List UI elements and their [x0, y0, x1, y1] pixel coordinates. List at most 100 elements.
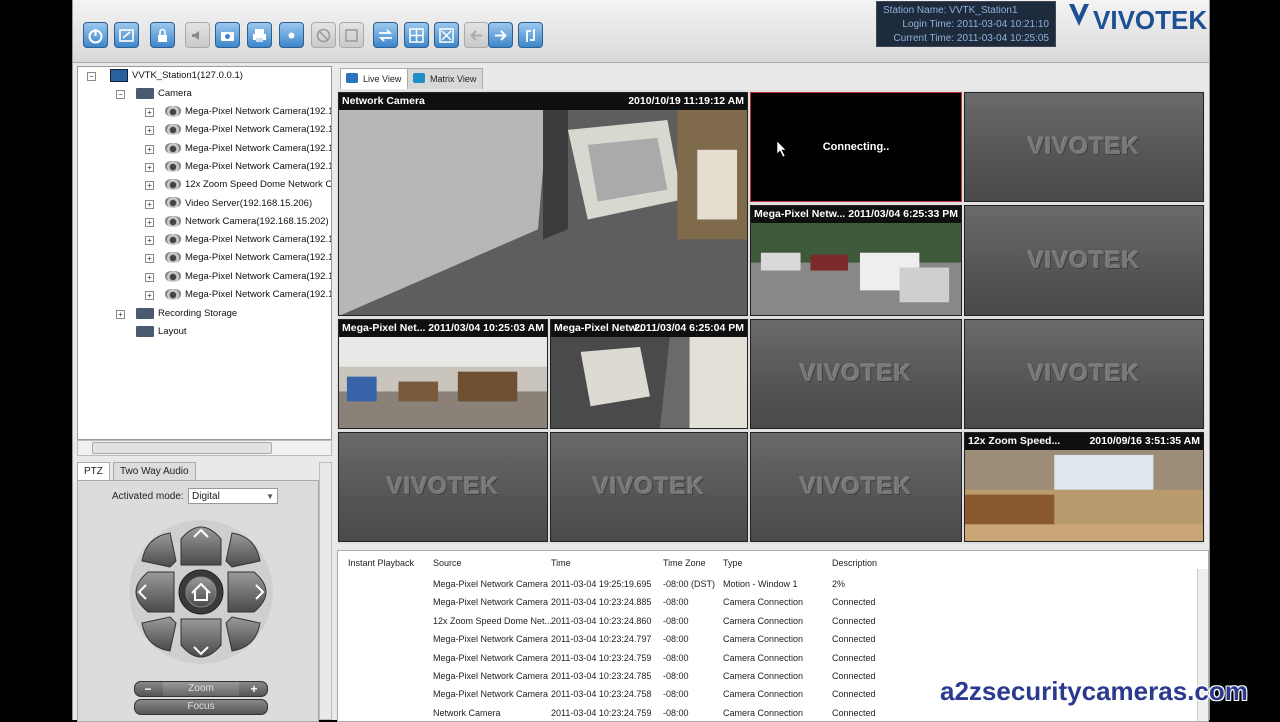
ptz-down-button[interactable]: [180, 618, 222, 658]
video-cell-empty[interactable]: VIVOTEK: [338, 432, 548, 542]
video-cell-empty[interactable]: VIVOTEK: [750, 319, 962, 429]
video-cell-empty[interactable]: VIVOTEK: [550, 432, 748, 542]
col-description[interactable]: Description: [832, 558, 877, 568]
tree-station[interactable]: VVTK_Station1(127.0.0.1): [110, 68, 243, 84]
video-cell-empty[interactable]: VIVOTEK: [964, 205, 1204, 316]
tree-horizontal-scrollbar[interactable]: [77, 440, 332, 456]
tab-live-view-label: Live View: [363, 74, 402, 84]
tree-device-item[interactable]: Mega-Pixel Network Camera(192.1: [165, 250, 331, 266]
ptz-home-button[interactable]: [178, 569, 224, 615]
event-type: Camera Connection: [723, 707, 804, 718]
collapse-icon[interactable]: −: [116, 90, 125, 99]
layout-button[interactable]: [339, 22, 364, 48]
expand-icon[interactable]: +: [145, 126, 154, 136]
snapshot-button[interactable]: [215, 22, 240, 48]
camera-feed-warehouse: [339, 337, 547, 428]
fullscreen-button[interactable]: [434, 22, 459, 48]
tree-device-item[interactable]: Mega-Pixel Network Camera(192.1: [165, 159, 331, 175]
tree-device-item[interactable]: Mega-Pixel Network Camera(192.1: [165, 141, 331, 157]
tree-device-item[interactable]: Network Camera(192.168.15.202): [165, 214, 329, 230]
focus-control[interactable]: Focus: [134, 699, 268, 715]
tree-device-item[interactable]: 12x Zoom Speed Dome Network Ca: [165, 177, 331, 193]
tab-ptz[interactable]: PTZ: [77, 462, 110, 482]
tree-device-item[interactable]: Video Server(192.168.15.206): [165, 196, 312, 212]
tree-device-item[interactable]: Mega-Pixel Network Camera(192.1: [165, 104, 331, 120]
expand-icon[interactable]: +: [116, 310, 125, 319]
tree-device-item[interactable]: Mega-Pixel Network Camera(192.1: [165, 232, 331, 248]
video-cell-warehouse[interactable]: Mega-Pixel Net... 2011/03/04 10:25:03 AM: [338, 319, 548, 429]
video-cell-main[interactable]: Network Camera 2010/10/19 11:19:12 AM: [338, 92, 748, 316]
config-button[interactable]: [114, 22, 139, 48]
ptz-down-left-button[interactable]: [141, 616, 177, 652]
event-row[interactable]: 12x Zoom Speed Dome Net... 2011-03-04 10:…: [338, 612, 1198, 630]
video-cell-printer[interactable]: Mega-Pixel Netw... 2011/03/04 6:25:04 PM: [550, 319, 748, 429]
expand-icon[interactable]: +: [145, 199, 154, 209]
patrol-button[interactable]: [518, 22, 543, 48]
col-type[interactable]: Type: [723, 558, 743, 568]
tree-device-item[interactable]: Mega-Pixel Network Camera(192.1: [165, 287, 331, 303]
grid-button[interactable]: [404, 22, 429, 48]
ptz-up-right-button[interactable]: [225, 532, 261, 568]
zoom-in-button[interactable]: +: [243, 682, 265, 696]
tab-live-view[interactable]: Live View: [340, 68, 409, 89]
tree-recording-storage[interactable]: Recording Storage: [136, 306, 237, 322]
video-cell-lobby[interactable]: 12x Zoom Speed... 2010/09/16 3:51:35 AM: [964, 432, 1204, 542]
tab-matrix-view[interactable]: Matrix View: [407, 68, 484, 89]
video-cell-connecting[interactable]: Connecting..: [750, 92, 962, 202]
tab-two-way-audio[interactable]: Two Way Audio: [113, 462, 196, 482]
expand-icon[interactable]: +: [145, 236, 154, 246]
event-row[interactable]: Mega-Pixel Network Camera 2011-03-04 10:2…: [338, 630, 1198, 648]
ptz-left-button[interactable]: [135, 571, 175, 613]
event-tz: -08:00: [663, 597, 689, 608]
tree-layout[interactable]: Layout: [136, 324, 187, 340]
event-desc: 2%: [832, 579, 846, 589]
lock-button[interactable]: [150, 22, 175, 48]
tree-camera-group[interactable]: Camera: [136, 86, 192, 102]
event-row[interactable]: Mega-Pixel Network Camera 2011-03-04 10:2…: [338, 649, 1198, 667]
video-cell-empty[interactable]: VIVOTEK: [964, 92, 1204, 202]
col-source[interactable]: Source: [433, 558, 462, 568]
vivotek-watermark: VIVOTEK: [1027, 133, 1141, 160]
event-desc: Connected: [832, 652, 876, 663]
expand-icon[interactable]: +: [145, 217, 154, 227]
swap-button[interactable]: [373, 22, 398, 48]
expand-icon[interactable]: +: [145, 272, 154, 282]
collapse-icon[interactable]: −: [87, 72, 96, 81]
ptz-right-button[interactable]: [227, 571, 267, 613]
expand-icon[interactable]: +: [145, 108, 154, 117]
ptz-up-button[interactable]: [180, 526, 222, 566]
power-button[interactable]: [83, 22, 108, 48]
scroll-thumb[interactable]: [92, 442, 272, 454]
expand-icon[interactable]: +: [145, 254, 154, 264]
stop-button[interactable]: [311, 22, 336, 48]
event-type: Camera Connection: [723, 597, 804, 608]
video-cell-empty[interactable]: VIVOTEK: [964, 319, 1204, 429]
expand-icon[interactable]: +: [145, 144, 154, 154]
swap-icon: [378, 28, 393, 42]
tree-device-item[interactable]: Mega-Pixel Network Camera(192.1: [165, 122, 331, 138]
tree-device-item[interactable]: Mega-Pixel Network Camera(192.1: [165, 269, 331, 285]
event-row[interactable]: Mega-Pixel Network Camera 2011-03-04 10:2…: [338, 593, 1198, 611]
expand-icon[interactable]: +: [145, 162, 154, 172]
col-time-zone[interactable]: Time Zone: [663, 558, 706, 568]
ptz-vertical-scrollbar[interactable]: [319, 462, 332, 720]
ptz-direction-pad[interactable]: [126, 517, 276, 667]
event-row[interactable]: Mega-Pixel Network Camera 2011-03-04 19:2…: [338, 575, 1198, 593]
speaker-button[interactable]: [185, 22, 210, 48]
video-cell-parking[interactable]: Mega-Pixel Netw... 2011/03/04 6:25:33 PM: [750, 205, 962, 316]
device-tree[interactable]: − VVTK_Station1(127.0.0.1) − Camera + Meg…: [77, 66, 332, 440]
video-cell-empty[interactable]: VIVOTEK: [750, 432, 962, 542]
activated-mode-select[interactable]: Digital ▼: [188, 488, 278, 504]
ptz-down-right-button[interactable]: [225, 616, 261, 652]
zoom-out-button[interactable]: −: [137, 682, 159, 696]
col-time[interactable]: Time: [551, 558, 571, 568]
expand-icon[interactable]: +: [145, 291, 154, 300]
print-button[interactable]: [247, 22, 272, 48]
forward-button[interactable]: [488, 22, 513, 48]
ptz-up-left-button[interactable]: [141, 532, 177, 568]
zoom-control[interactable]: − Zoom +: [134, 681, 268, 697]
col-instant-playback[interactable]: Instant Playback: [348, 558, 414, 568]
record-button[interactable]: [279, 22, 304, 48]
back-button[interactable]: [464, 22, 489, 48]
expand-icon[interactable]: +: [145, 181, 154, 191]
